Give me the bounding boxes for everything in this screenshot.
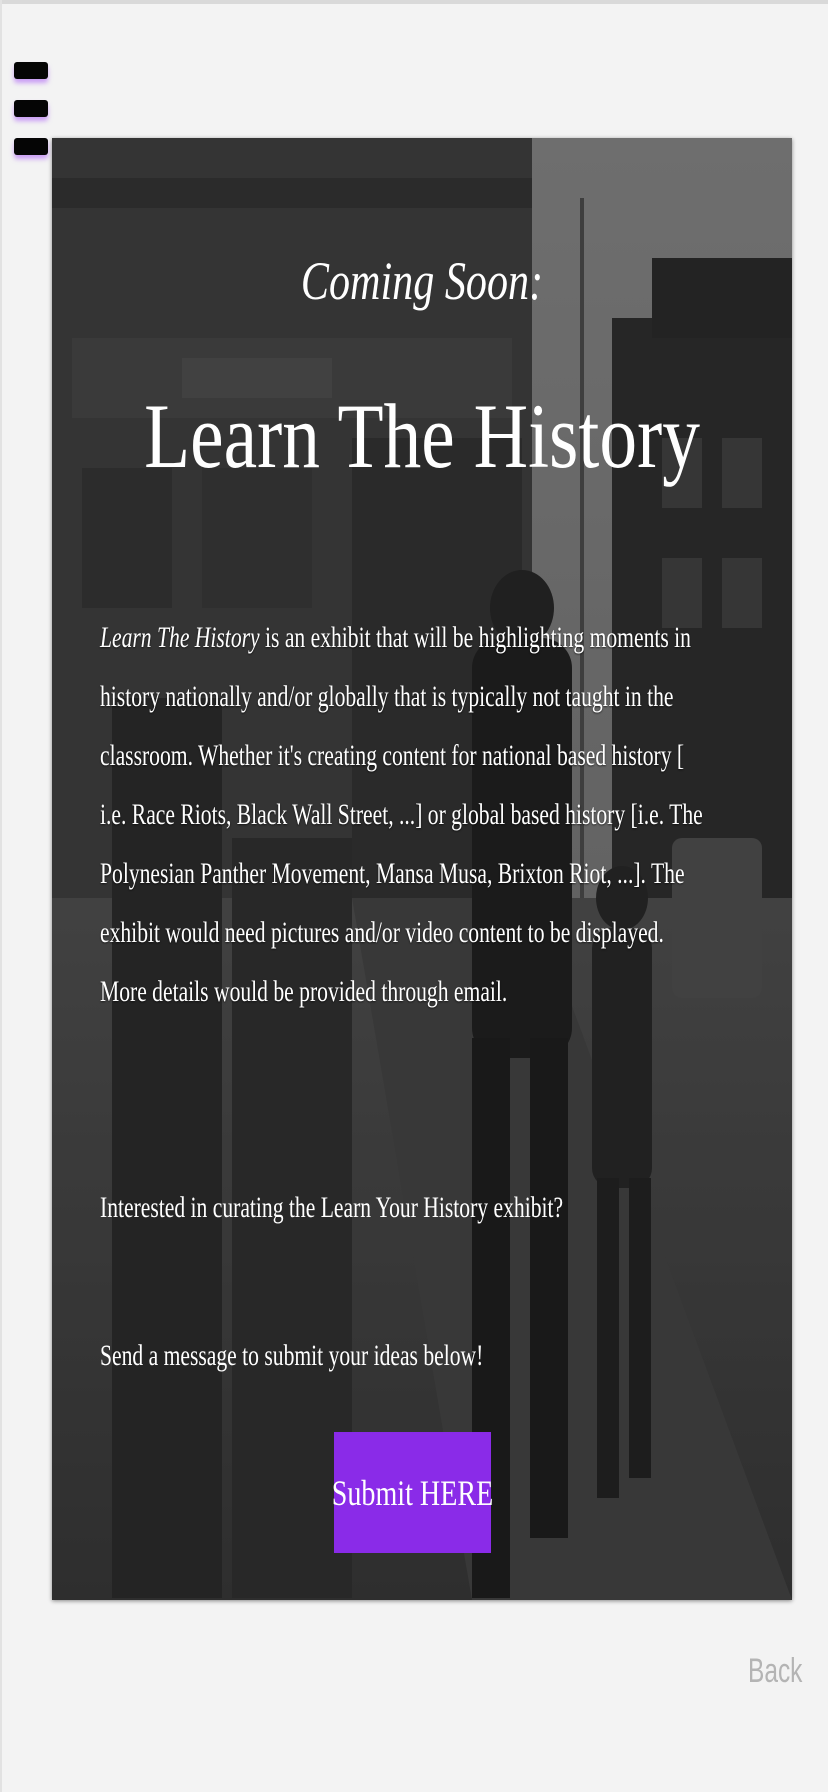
exhibit-description-text: is an exhibit that will be highlighting … <box>100 621 703 1008</box>
exhibit-description: Learn The History is an exhibit that wil… <box>100 608 712 1021</box>
left-border <box>0 0 2 1792</box>
back-link[interactable]: Back <box>748 1652 802 1691</box>
page-title: Learn The History <box>144 385 700 487</box>
top-border <box>0 0 828 4</box>
hamburger-menu-icon <box>14 100 48 117</box>
menu-button[interactable] <box>14 62 50 162</box>
coming-soon-heading: Coming Soon: <box>300 251 544 311</box>
submit-button[interactable]: Submit HERE <box>331 1432 494 1553</box>
exhibit-name-emphasis: Learn The History <box>100 621 260 654</box>
hamburger-menu-icon <box>14 62 48 79</box>
hero-section: Coming Soon: Learn The History Learn The… <box>52 138 792 1600</box>
submit-button-label: Submit HERE <box>331 1472 494 1513</box>
curator-question: Interested in curating the Learn Your Hi… <box>100 1191 564 1224</box>
call-to-action-text: Send a message to submit your ideas belo… <box>100 1339 484 1372</box>
hamburger-menu-icon <box>14 138 48 155</box>
